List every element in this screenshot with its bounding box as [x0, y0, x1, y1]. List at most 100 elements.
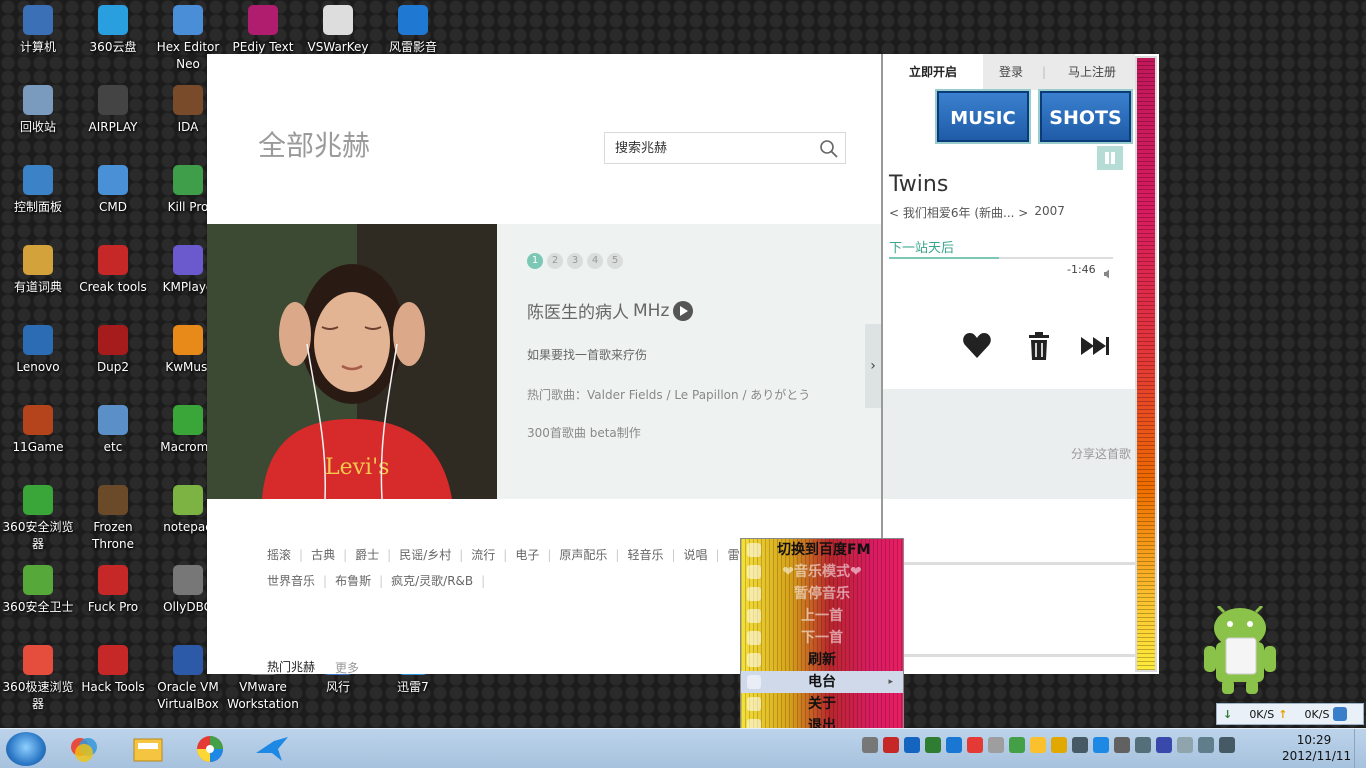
- download-arrow-icon: ↓: [1223, 707, 1233, 721]
- tab-start-now[interactable]: 立即开启: [883, 54, 983, 90]
- music-button[interactable]: MUSIC: [935, 89, 1031, 144]
- color-wheel-app-icon[interactable]: [190, 733, 230, 765]
- more-link[interactable]: 更多: [335, 659, 359, 674]
- skip-forward-icon[interactable]: [1079, 330, 1111, 362]
- tab-login[interactable]: 登录: [983, 54, 1039, 90]
- tray-icon[interactable]: [967, 737, 983, 753]
- progress-bar[interactable]: [889, 257, 1113, 259]
- banner-photo[interactable]: Levi's: [207, 224, 497, 499]
- desktop-icon[interactable]: Fuck Pro: [75, 560, 151, 616]
- tray-icon[interactable]: [1051, 737, 1067, 753]
- settings-icon[interactable]: [1333, 707, 1348, 721]
- desktop-icon[interactable]: 回收站: [0, 80, 76, 136]
- desktop-icon[interactable]: 控制面板: [0, 160, 76, 216]
- desktop-icon[interactable]: Lenovo: [0, 320, 76, 376]
- tray-icon[interactable]: [946, 737, 962, 753]
- genre-link[interactable]: 古典: [311, 542, 335, 568]
- track-title[interactable]: 下一站天后: [889, 237, 954, 256]
- explorer-folder-icon[interactable]: [128, 733, 168, 765]
- volume-icon[interactable]: [1103, 264, 1113, 279]
- genre-link[interactable]: 布鲁斯: [335, 568, 371, 594]
- android-widget-icon[interactable]: [1200, 604, 1280, 696]
- genre-link[interactable]: 爵士: [355, 542, 379, 568]
- clock[interactable]: 10:29 2012/11/11: [1282, 732, 1351, 764]
- tray-icon[interactable]: [862, 737, 878, 753]
- tray-icon[interactable]: [1072, 737, 1088, 753]
- desktop-icon[interactable]: Hack Tools: [75, 640, 151, 696]
- genre-link[interactable]: 摇滚: [267, 542, 291, 568]
- show-desktop-button[interactable]: [1354, 729, 1366, 768]
- genre-link[interactable]: 雷: [728, 542, 740, 568]
- desktop-icon[interactable]: Frozen Throne: [75, 480, 151, 553]
- game-icon: [23, 405, 53, 435]
- share-link[interactable]: 分享这首歌: [1071, 445, 1131, 462]
- tray-icon[interactable]: [1198, 737, 1214, 753]
- genre-link[interactable]: 流行: [471, 542, 495, 568]
- menu-item[interactable]: 下一首: [741, 627, 903, 649]
- app-launcher-icon[interactable]: [64, 733, 104, 765]
- desktop-icon[interactable]: Dup2: [75, 320, 151, 376]
- tray-icon[interactable]: [883, 737, 899, 753]
- tray-icon[interactable]: [1009, 737, 1025, 753]
- trash-icon[interactable]: [1023, 330, 1055, 362]
- tray-icon[interactable]: [904, 737, 920, 753]
- desktop-icon[interactable]: 有道词典: [0, 240, 76, 296]
- tray-icon[interactable]: [1135, 737, 1151, 753]
- menu-item[interactable]: 关于: [741, 693, 903, 715]
- tab-register[interactable]: 马上注册: [1049, 54, 1135, 90]
- slide-dot[interactable]: 3: [567, 253, 583, 269]
- tray-icon[interactable]: [1114, 737, 1130, 753]
- menu-item[interactable]: 电台 ▸: [741, 671, 903, 693]
- pause-icon[interactable]: [1097, 146, 1123, 170]
- slide-dot[interactable]: 1: [527, 253, 543, 269]
- track-album[interactable]: < 我们相爱6年 (新曲... >: [889, 204, 1028, 221]
- start-button[interactable]: [6, 732, 46, 766]
- desktop-icon[interactable]: VSWarKey: [300, 0, 376, 56]
- menu-item[interactable]: 切换到百度FM: [741, 539, 903, 561]
- tray-icon[interactable]: [1093, 737, 1109, 753]
- slide-dot[interactable]: 5: [607, 253, 623, 269]
- tray-icon[interactable]: [988, 737, 1004, 753]
- genre-link[interactable]: 世界音乐: [267, 568, 315, 594]
- airplay-icon: [98, 85, 128, 115]
- desktop-icon[interactable]: 360安全浏览器: [0, 480, 76, 553]
- desktop-icon[interactable]: 360云盘: [75, 0, 151, 56]
- tray-icon[interactable]: [1219, 737, 1235, 753]
- bird-app-icon[interactable]: [252, 733, 292, 765]
- desktop-icon[interactable]: 360极速浏览器: [0, 640, 76, 713]
- desktop-icon[interactable]: 360安全卫士: [0, 560, 76, 616]
- genre-link[interactable]: 轻音乐: [627, 542, 663, 568]
- genre-link[interactable]: 原声配乐: [559, 542, 607, 568]
- tray-icon[interactable]: [1177, 737, 1193, 753]
- play-icon[interactable]: [673, 300, 694, 321]
- tray-icon[interactable]: [925, 737, 941, 753]
- menu-item[interactable]: 暂停音乐: [741, 583, 903, 605]
- genre-link[interactable]: 民谣/乡村: [399, 542, 451, 568]
- station-name[interactable]: 陈医生的病人 MHz: [527, 298, 694, 323]
- genre-link[interactable]: 说唱: [684, 542, 708, 568]
- desktop-icon[interactable]: 计算机: [0, 0, 76, 56]
- slide-dot[interactable]: 2: [547, 253, 563, 269]
- shots-button[interactable]: SHOTS: [1038, 89, 1133, 144]
- desktop-icon[interactable]: etc: [75, 400, 151, 456]
- search-input[interactable]: [605, 133, 805, 163]
- net-speed-widget[interactable]: ↓ 0K/S ↑ 0K/S: [1216, 703, 1364, 725]
- desktop-icon[interactable]: 风雷影音: [375, 0, 451, 56]
- chevron-right-icon[interactable]: ›: [865, 324, 881, 408]
- heart-icon[interactable]: [961, 330, 993, 362]
- desktop-icon-label: VMware Workstation: [227, 680, 299, 711]
- desktop-icon[interactable]: Creak tools: [75, 240, 151, 296]
- menu-item[interactable]: 刷新: [741, 649, 903, 671]
- desktop-icon[interactable]: CMD: [75, 160, 151, 216]
- desktop-icon[interactable]: 11Game: [0, 400, 76, 456]
- slide-dot[interactable]: 4: [587, 253, 603, 269]
- genre-link[interactable]: 疯克/灵歌/R&B: [391, 568, 473, 594]
- desktop-icon[interactable]: AIRPLAY: [75, 80, 151, 136]
- tray-icon[interactable]: [1030, 737, 1046, 753]
- desktop-icon[interactable]: PEdiy Text: [225, 0, 301, 56]
- search-icon[interactable]: [819, 139, 839, 159]
- tray-icon[interactable]: [1156, 737, 1172, 753]
- menu-item[interactable]: ❤音乐模式❤: [741, 561, 903, 583]
- menu-item[interactable]: 上一首: [741, 605, 903, 627]
- genre-link[interactable]: 电子: [515, 542, 539, 568]
